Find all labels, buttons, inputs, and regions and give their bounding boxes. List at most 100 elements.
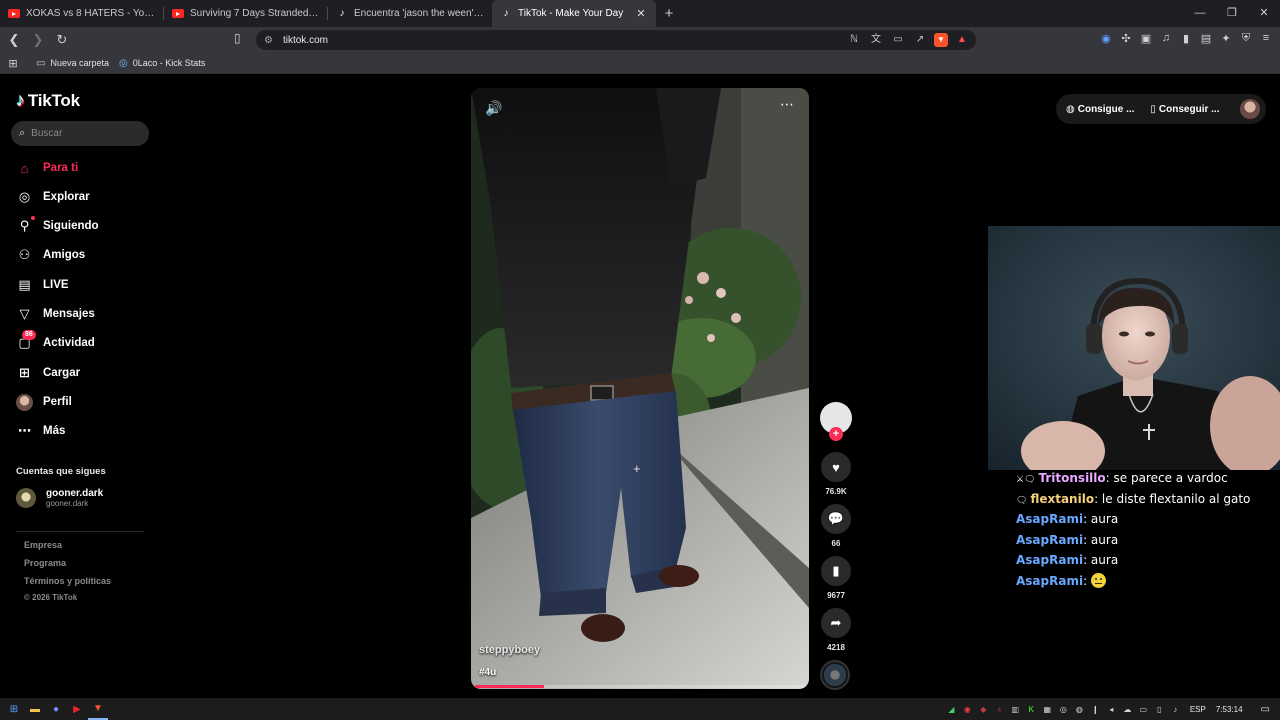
bookmark-kick-stats[interactable]: ◎ 0Laco - Kick Stats [119,58,205,69]
bookmark-icon[interactable]: ▯ [234,31,241,45]
tray-app-icon[interactable]: ◢ [944,705,959,714]
media-icon[interactable]: ♫ [1160,32,1172,45]
notification-icon[interactable]: ▭ [1261,704,1270,715]
search-input[interactable]: ⌕ Buscar [11,121,149,146]
tray-app-icon[interactable]: ◎ [1056,705,1071,714]
file-explorer-icon[interactable]: ▬ [25,698,45,720]
discord-icon[interactable]: ● [46,698,66,720]
profile-avatar[interactable] [1240,99,1260,119]
avatar [16,488,36,508]
nav-perfil[interactable]: Perfil [16,392,72,412]
vpn-icon[interactable]: ◉ [1100,32,1112,45]
save-count: 9677 [827,591,845,600]
speaker-icon[interactable]: ♪ [1168,705,1183,714]
sound-disc[interactable] [820,660,850,690]
nav-cargar[interactable]: ⊞ Cargar [16,363,80,383]
extensions-icon[interactable]: ✣ [1120,32,1132,45]
nav-para-ti[interactable]: ⌂ Para ti [16,158,79,178]
tray-app-icon[interactable]: ☁ [1120,705,1135,714]
forward-icon[interactable]: ❯ [28,32,48,48]
bookmarks-bar: ⊞ ▭ Nueva carpeta ◎ 0Laco - Kick Stats [0,53,1280,74]
chat-message: AsapRami: [1016,571,1280,592]
chat-message: AsapRami: aura [1016,509,1280,530]
tiktok-icon: ♪ [339,8,345,19]
close-window-icon[interactable]: ✕ [1248,0,1280,27]
tray-app-icon[interactable]: ▭ [1136,705,1151,714]
following-account[interactable]: gooner.dark gooner.dark [16,488,103,508]
windows-start-icon[interactable]: ⊞ [4,698,24,720]
kick-icon[interactable]: K [1024,705,1039,714]
brave-rewards-icon[interactable]: ▲ [954,32,970,48]
comment-button[interactable]: 💬 66 [820,504,852,548]
nav-explorar[interactable]: ◎ Explorar [16,187,90,207]
close-tab-icon[interactable]: ✕ [634,7,648,20]
tab-surviving[interactable]: Surviving 7 Days Stranded On An Isla [164,0,328,27]
footer-link-terminos[interactable]: Términos y políticas [24,576,111,586]
back-icon[interactable]: ❮ [4,32,24,48]
follow-plus-icon[interactable]: + [829,427,843,441]
video-author[interactable]: steppyboey [479,644,540,656]
vpn-shield-icon[interactable]: ⛨ [1240,32,1252,45]
tab-title: XOKAS vs 8 HATERS - YouTube [26,8,156,19]
clock[interactable]: 7:53:14 [1216,705,1243,714]
nav-mensajes[interactable]: ▽ Mensajes [16,304,95,324]
apps-grid-icon[interactable]: ⊞ [0,57,26,70]
restore-icon[interactable]: ❐ [1216,0,1248,27]
tab-xokas[interactable]: XOKAS vs 8 HATERS - YouTube [0,0,164,27]
reader-mode-icon[interactable]: ℕ [846,32,862,48]
brave-browser-icon[interactable]: ▼ [88,698,108,720]
new-tab-button[interactable]: + [656,5,682,22]
brave-shields-icon[interactable]: ▼ [934,33,948,47]
address-bar[interactable]: ⚙ tiktok.com ℕ 文 ▭ ↗ ▼ ▲ [256,30,976,50]
tab-encuentra[interactable]: ♪ Encuentra 'jason the ween' en TikTok [328,0,492,27]
chat-username: AsapRami [1016,573,1084,588]
minimize-icon[interactable]: — [1184,0,1216,27]
mic-tray-icon[interactable]: ❙ [1088,705,1103,714]
site-info-icon[interactable]: ⚙ [264,35,273,46]
tray-app-icon[interactable]: ▦ [1040,705,1055,714]
video-progress-bar[interactable] [475,685,805,688]
wallet-icon[interactable]: ▤ [1200,32,1212,45]
menu-icon[interactable]: ≡ [1260,32,1272,45]
nav-amigos[interactable]: ⚇ Amigos [16,245,86,265]
save-button[interactable]: ▮ 9677 [820,556,852,600]
get-coins-button[interactable]: ◍ Consigue ... [1066,104,1134,115]
translate-icon[interactable]: 文 [868,32,884,48]
network-icon[interactable]: ▯ [1152,705,1167,714]
nav-siguiendo[interactable]: ⚲ Siguiendo [16,215,99,236]
tab-tiktok-active[interactable]: ♪ TikTok - Make Your Day ✕ [492,0,656,27]
share-icon[interactable]: ↗ [912,32,928,48]
tray-app-icon[interactable]: ◍ [1072,705,1087,714]
like-button[interactable]: ♥ 76.9K [820,452,852,496]
screenshot-icon[interactable]: ▣ [1140,32,1152,45]
volume-tray-icon[interactable]: ◂ [1104,705,1119,714]
footer-link-programa[interactable]: Programa [24,558,66,568]
chat-text: : se parece a vardoc [1105,471,1228,485]
youtube-app-icon[interactable]: ▶ [67,698,87,720]
tray-app-icon[interactable]: ◉ [960,705,975,714]
video-player[interactable]: 🔊 ⋯ steppyboey #4u [471,88,809,689]
language-indicator[interactable]: ESP [1190,705,1206,714]
nav-actividad[interactable]: ▢ 86 Actividad [16,329,95,353]
microphone-icon[interactable]: ♁ [992,705,1007,714]
nav-mas[interactable]: ⋯ Más [16,421,65,441]
volume-icon[interactable]: 🔊 [485,100,502,117]
tray-app-icon[interactable]: ▥ [1008,705,1023,714]
chat-username: AsapRami [1016,532,1084,547]
tray-app-icon[interactable]: ◆ [976,705,991,714]
nav-label: Explorar [43,191,90,203]
leo-ai-icon[interactable]: ✦ [1220,32,1232,45]
share-button[interactable]: ➦ 4218 [820,608,852,652]
sidebar-toggle-icon[interactable]: ▮ [1180,32,1192,45]
more-options-icon[interactable]: ⋯ [780,96,795,113]
cast-icon[interactable]: ▭ [890,32,906,48]
bookmark-nueva-carpeta[interactable]: ▭ Nueva carpeta [36,58,109,69]
bookmark-label: Nueva carpeta [50,58,109,68]
nav-label: Actividad [43,337,95,349]
tiktok-logo[interactable]: ♪ TikTok [16,90,80,111]
video-caption[interactable]: #4u [479,667,496,678]
nav-live[interactable]: ▤ LIVE [16,275,68,295]
footer-link-empresa[interactable]: Empresa [24,540,62,550]
reload-icon[interactable]: ↻ [52,32,72,48]
get-app-button[interactable]: ▯ Conseguir ... [1150,104,1219,115]
